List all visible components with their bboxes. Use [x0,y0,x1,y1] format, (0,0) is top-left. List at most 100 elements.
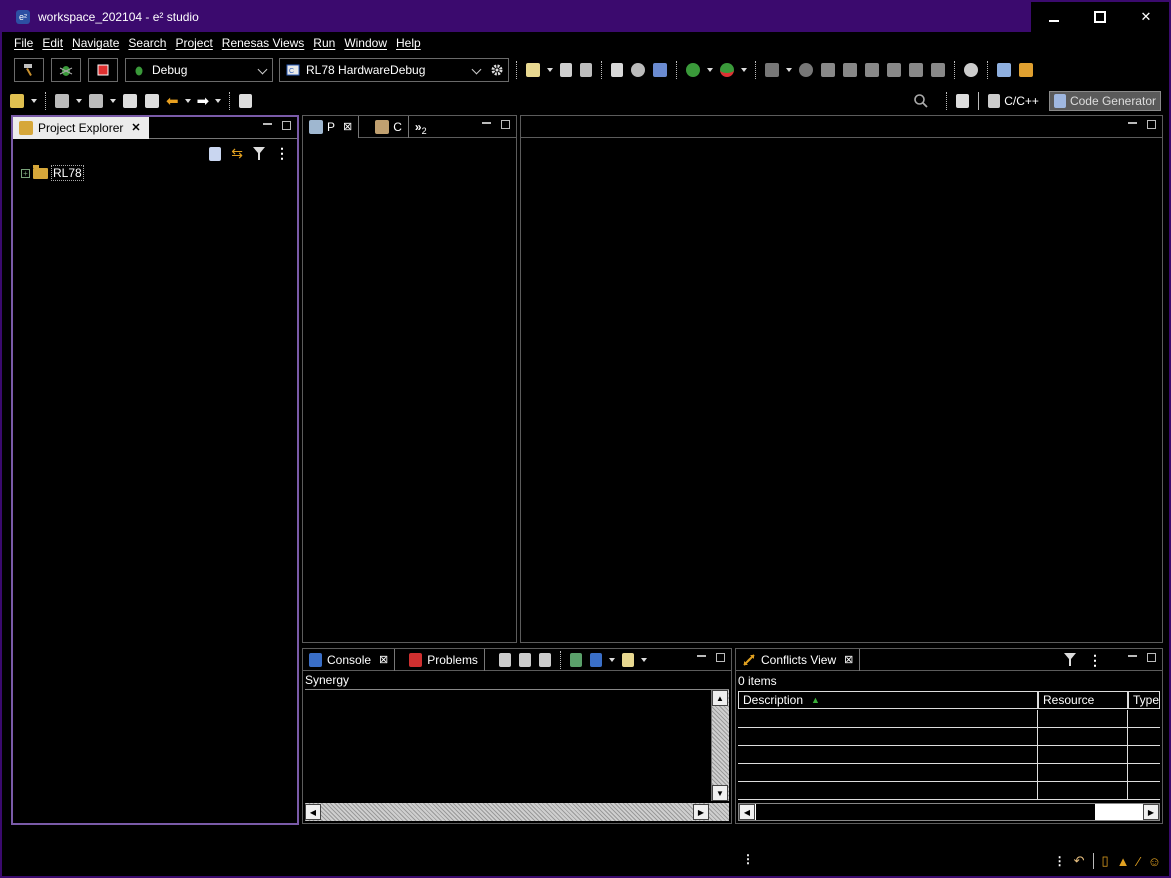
menu-help[interactable]: Help [396,36,421,50]
tutorial-icon[interactable]: ▲ [1117,854,1130,869]
column-resource[interactable]: Resource [1038,691,1128,709]
minimize-view-icon[interactable] [263,123,272,125]
tab-console[interactable]: Console ⊠ [303,648,396,671]
close-tab-icon[interactable]: ⊠ [379,653,388,666]
maximize-view-icon[interactable] [501,120,510,129]
minimize-view-icon[interactable] [697,655,706,657]
tab-project-explorer[interactable]: Project Explorer ✕ [13,116,149,139]
smiley-icon[interactable]: ☺ [1148,854,1161,869]
collapse-all-icon[interactable] [209,146,222,161]
pencil-icon[interactable] [10,94,24,108]
registers-icon[interactable] [843,63,857,77]
column-description[interactable]: Description ▲ [738,691,1038,709]
open-perspective-icon[interactable] [956,94,970,108]
restore-icon[interactable]: ↶ [1074,853,1085,869]
minimize-view-icon[interactable] [1128,122,1137,124]
dropdown-arrow-icon[interactable] [786,68,792,72]
horizontal-scrollbar[interactable]: ◀ ▶ [305,803,729,821]
tab-p[interactable]: P ⊠ [303,115,360,138]
build-button[interactable] [14,58,44,82]
satellite-icon[interactable] [653,63,667,77]
settings-gear-icon[interactable] [631,63,645,77]
trace-icon[interactable] [865,63,879,77]
launch-config-select[interactable]: C RL78 HardwareDebug [279,58,509,82]
forward-icon[interactable]: ➡ [197,92,210,110]
maximize-view-icon[interactable] [1147,653,1156,662]
minimize-view-icon[interactable] [1128,655,1137,657]
menu-edit[interactable]: Edit [42,36,63,50]
step-into-icon[interactable] [821,63,835,77]
smart-browser-icon[interactable] [997,63,1011,77]
next-annotation-icon[interactable] [55,94,69,108]
forward-edit-icon[interactable] [145,94,159,108]
save-all-icon[interactable] [580,63,592,77]
display-console-icon[interactable] [589,652,602,667]
clear-console-icon[interactable] [498,652,511,667]
new-icon[interactable] [526,63,540,77]
minimize-view-icon[interactable] [482,122,491,124]
view-menu-icon[interactable]: ⋮ [275,145,289,162]
close-tab-icon[interactable]: ⊠ [844,653,853,666]
dropdown-arrow-icon[interactable] [184,99,191,103]
menu-run[interactable]: Run [313,36,335,50]
signal-icon[interactable] [931,63,945,77]
tab-conflicts-view[interactable]: Conflicts View ⊠ [736,648,861,671]
scroll-left-arrow-icon[interactable]: ◀ [739,804,755,820]
minimize-button[interactable] [1031,2,1077,32]
link-with-editor-icon[interactable]: ⇆ [231,145,243,162]
close-tab-icon[interactable]: ⊠ [343,120,352,133]
pin-editor-icon[interactable] [239,94,253,108]
binary-file-icon[interactable] [611,63,623,77]
link-icon[interactable] [1019,63,1033,77]
search-icon[interactable] [913,93,929,109]
console-output[interactable]: ▲ ▼ ◀ ▶ [305,689,729,821]
maximize-view-icon[interactable] [282,121,291,130]
memory-icon[interactable] [887,63,901,77]
tab-c[interactable]: C [369,115,409,138]
previous-annotation-icon[interactable] [89,94,103,108]
magic-wand-icon[interactable]: ⁄ [1138,854,1140,869]
close-button[interactable]: ✕ [1123,2,1169,32]
vertical-scrollbar[interactable]: ▲ ▼ [711,690,729,801]
tab-overflow[interactable]: » 2 [409,116,433,138]
save-icon[interactable] [560,63,572,77]
menu-navigate[interactable]: Navigate [72,36,119,50]
menu-window[interactable]: Window [344,36,387,50]
close-tab-icon[interactable]: ✕ [131,121,140,134]
perspective-code-generator[interactable]: Code Generator [1048,91,1161,111]
scrollbar-thumb[interactable] [756,804,1095,820]
maximize-button[interactable] [1077,2,1123,32]
word-wrap-icon[interactable] [538,652,551,667]
scroll-left-arrow-icon[interactable]: ◀ [305,804,321,820]
maximize-view-icon[interactable] [716,653,725,662]
maximize-view-icon[interactable] [1147,120,1156,129]
dropdown-arrow-icon[interactable] [31,99,37,103]
expand-icon[interactable]: + [21,168,30,178]
dropdown-arrow-icon[interactable] [707,68,713,72]
scroll-down-arrow-icon[interactable]: ▼ [712,785,728,801]
filter-icon[interactable] [1064,653,1076,667]
dropdown-arrow-icon[interactable] [640,657,647,662]
pin-console-icon[interactable] [569,652,582,667]
perspective-cpp[interactable]: C/C++ [984,91,1043,111]
scroll-lock-icon[interactable] [518,652,531,667]
gear-icon[interactable] [490,63,504,77]
terminate-button[interactable] [88,58,118,82]
run-config-icon[interactable] [720,63,734,77]
back-icon[interactable]: ⬅ [166,92,179,110]
scroll-right-arrow-icon[interactable]: ▶ [693,804,709,820]
debug-launch-button[interactable] [51,58,81,82]
tab-problems[interactable]: Problems [403,648,485,671]
last-edit-icon[interactable] [123,94,137,108]
scroll-right-arrow-icon[interactable]: ▶ [1143,804,1159,820]
scroll-up-arrow-icon[interactable]: ▲ [712,690,728,706]
view-menu-icon[interactable]: ⋮ [1088,653,1102,667]
dropdown-arrow-icon[interactable] [547,68,553,72]
debug-bug-icon[interactable] [686,63,700,77]
dropdown-arrow-icon[interactable] [215,99,222,103]
filter-icon[interactable] [253,146,265,161]
dropdown-arrow-icon[interactable] [741,68,747,72]
menu-project[interactable]: Project [175,36,212,50]
menu-search[interactable]: Search [128,36,166,50]
horizontal-scrollbar[interactable]: ◀ ▶ [738,803,1160,821]
